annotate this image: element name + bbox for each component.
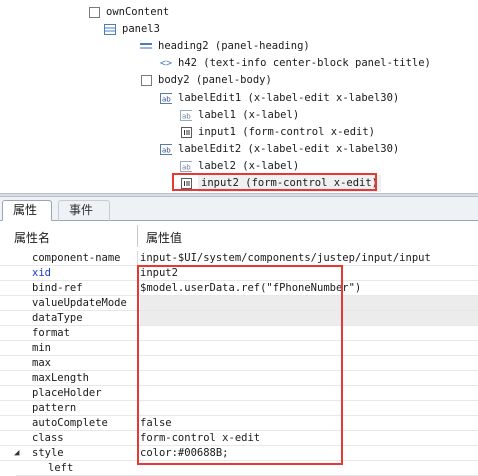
property-name: maxLength [32, 372, 89, 384]
column-divider [137, 251, 138, 266]
property-name: dataType [32, 312, 83, 324]
property-name: valueUpdateMode [32, 297, 127, 309]
tree-node-label: labelEdit2 (x-label-edit x-label30) [178, 143, 400, 155]
property-name: autoComplete [32, 417, 108, 429]
tree-node-labeledit1[interactable]: ab labelEdit1 (x-label-edit x-label30) [160, 90, 399, 107]
code-tag-icon: <> [159, 58, 173, 69]
tree-node-panel3[interactable]: panel3 [104, 21, 160, 38]
heading-node-icon [140, 41, 152, 53]
label-edit-icon: ab [160, 93, 172, 105]
tree-node-owncontent[interactable]: ownContent [88, 4, 169, 21]
svg-text:ab: ab [162, 96, 171, 104]
tree-node-label: body2 (panel-body) [158, 74, 272, 86]
tree-node-label: heading2 (panel-heading) [158, 40, 310, 52]
property-name: style [32, 447, 64, 459]
tab-bar: 属性 事件 [0, 197, 478, 221]
tree-node-label1[interactable]: ab label1 (x-label) [180, 107, 299, 124]
tab-events[interactable]: 事件 [58, 200, 110, 221]
tree-node-label: label1 (x-label) [198, 109, 300, 121]
column-divider[interactable] [137, 225, 138, 247]
tree-node-input1[interactable]: input1 (form-control x-edit) [180, 124, 375, 141]
tree-node-heading2[interactable]: heading2 (panel-heading) [140, 38, 310, 55]
tree-node-label: panel3 [122, 23, 160, 35]
tree-node-label: h42 (text-info center-block panel-title) [178, 57, 431, 69]
checkbox-node-icon [88, 7, 100, 19]
property-row[interactable]: component-name input-$UI/system/componen… [0, 251, 478, 266]
tree-node-label: input1 (form-control x-edit) [198, 126, 376, 138]
property-name: component-name [32, 252, 121, 264]
checkbox-node-icon [140, 75, 152, 87]
grid-header: 属性名 属性值 [0, 221, 478, 251]
values-highlight-box [137, 265, 343, 465]
svg-text:ab: ab [162, 147, 171, 155]
label-field-icon: ab [180, 110, 192, 122]
panel-node-icon [104, 24, 116, 36]
property-name: class [32, 432, 64, 444]
tab-properties[interactable]: 属性 [2, 200, 52, 221]
property-name: left [48, 462, 74, 474]
tree-node-label: labelEdit1 (x-label-edit x-label30) [178, 92, 400, 104]
header-property-value[interactable]: 属性值 [146, 229, 182, 246]
input-field-icon [180, 127, 192, 139]
expand-triangle-icon[interactable]: ◢ [14, 446, 19, 461]
selected-node-highlight [172, 173, 377, 191]
tree-node-h42[interactable]: <> h42 (text-info center-block panel-tit… [160, 55, 431, 72]
label-field-icon: ab [180, 161, 192, 173]
property-name: placeHolder [32, 387, 102, 399]
label-edit-icon: ab [160, 144, 172, 156]
header-property-name[interactable]: 属性名 [14, 229, 50, 246]
svg-text:ab: ab [182, 113, 191, 121]
property-name: format [32, 327, 70, 339]
property-value[interactable]: input-$UI/system/components/justep/input… [140, 251, 478, 265]
tree-node-labeledit2[interactable]: ab labelEdit2 (x-label-edit x-label30) [160, 141, 399, 158]
tree-node-body2[interactable]: body2 (panel-body) [140, 72, 272, 89]
property-name: xid [32, 267, 51, 279]
property-name: pattern [32, 402, 77, 414]
property-name: min [32, 342, 51, 354]
svg-text:ab: ab [182, 164, 191, 172]
component-tree: ownContent panel3 heading2 (panel-headin… [0, 0, 478, 193]
property-name: bind-ref [32, 282, 83, 294]
tree-node-label: ownContent [106, 6, 170, 18]
property-name: max [32, 357, 51, 369]
